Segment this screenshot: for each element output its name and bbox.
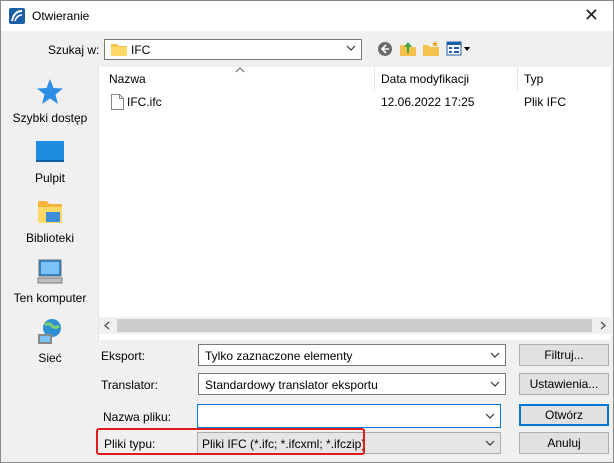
filename-input[interactable] (197, 404, 501, 428)
folder-icon (111, 44, 127, 56)
open-dialog: Otwieranie ✕ Szukaj w: IFC Szybki dostęp… (0, 0, 614, 463)
place-label: Sieć (38, 351, 62, 365)
sort-ascending-icon (235, 67, 245, 73)
file-icon (111, 94, 124, 110)
table-row[interactable]: IFC.ifc 12.06.2022 17:25 Plik IFC (99, 91, 611, 113)
file-type: Plik IFC (524, 95, 566, 109)
places-bar: Szybki dostęp Pulpit Biblioteki Ten komp… (7, 67, 93, 365)
window-title: Otwieranie (32, 9, 90, 23)
place-network[interactable]: Sieć (7, 317, 93, 365)
export-value: Tylko zaznaczone elementy (205, 349, 353, 363)
place-label: Szybki dostęp (12, 111, 88, 125)
view-menu-icon[interactable] (446, 41, 472, 57)
export-select[interactable]: Tylko zaznaczone elementy (198, 344, 506, 366)
file-name: IFC.ifc (127, 95, 162, 109)
scroll-right-icon[interactable] (599, 321, 607, 330)
desktop-icon (36, 141, 64, 162)
lookin-combo[interactable]: IFC (104, 39, 362, 60)
translator-label: Translator: (101, 378, 158, 392)
place-label: Pulpit (34, 171, 66, 185)
file-list[interactable]: Nazwa Data modyfikacji Typ IFC.ifc 12.06… (98, 67, 611, 340)
libraries-icon (38, 201, 62, 223)
open-button[interactable]: Otwórz (519, 404, 609, 426)
up-folder-icon[interactable] (399, 40, 417, 57)
computer-icon (37, 259, 63, 284)
column-header-type[interactable]: Typ (524, 67, 543, 91)
app-logo-icon (9, 8, 25, 24)
horizontal-scrollbar[interactable] (99, 317, 611, 334)
filter-button[interactable]: Filtruj... (519, 344, 609, 366)
scroll-left-icon[interactable] (103, 321, 111, 330)
place-desktop[interactable]: Pulpit (7, 137, 93, 185)
highlight-annotation-box (96, 428, 365, 455)
chevron-down-icon (485, 413, 495, 419)
cancel-button[interactable]: Anuluj (519, 432, 609, 454)
back-icon[interactable] (377, 41, 393, 57)
place-label: Biblioteki (25, 231, 75, 245)
chevron-down-icon (490, 381, 500, 387)
chevron-down-icon (485, 440, 495, 446)
star-icon (37, 79, 63, 104)
column-separator[interactable] (517, 67, 518, 91)
lookin-label: Szukaj w: (48, 43, 100, 57)
place-quick-access[interactable]: Szybki dostęp (7, 77, 93, 125)
settings-button[interactable]: Ustawienia... (519, 373, 609, 395)
chevron-down-icon (346, 45, 356, 51)
lookin-value: IFC (131, 43, 151, 57)
place-label: Ten komputer (13, 291, 87, 305)
filename-label: Nazwa pliku: (103, 410, 172, 424)
close-button[interactable]: ✕ (584, 4, 599, 26)
network-icon (38, 319, 61, 344)
export-label: Eksport: (101, 349, 146, 363)
translator-select[interactable]: Standardowy translator eksportu (198, 373, 506, 395)
title-bar: Otwieranie ✕ (1, 1, 613, 31)
place-libraries[interactable]: Biblioteki (7, 197, 93, 245)
place-this-pc[interactable]: Ten komputer (7, 257, 93, 305)
column-separator[interactable] (374, 67, 375, 91)
chevron-down-icon (490, 352, 500, 358)
file-date: 12.06.2022 17:25 (381, 95, 475, 109)
scrollbar-thumb[interactable] (117, 319, 592, 332)
column-header-date[interactable]: Data modyfikacji (381, 67, 469, 91)
new-folder-icon[interactable] (422, 41, 440, 57)
translator-value: Standardowy translator eksportu (205, 378, 378, 392)
column-header-name[interactable]: Nazwa (109, 67, 146, 91)
